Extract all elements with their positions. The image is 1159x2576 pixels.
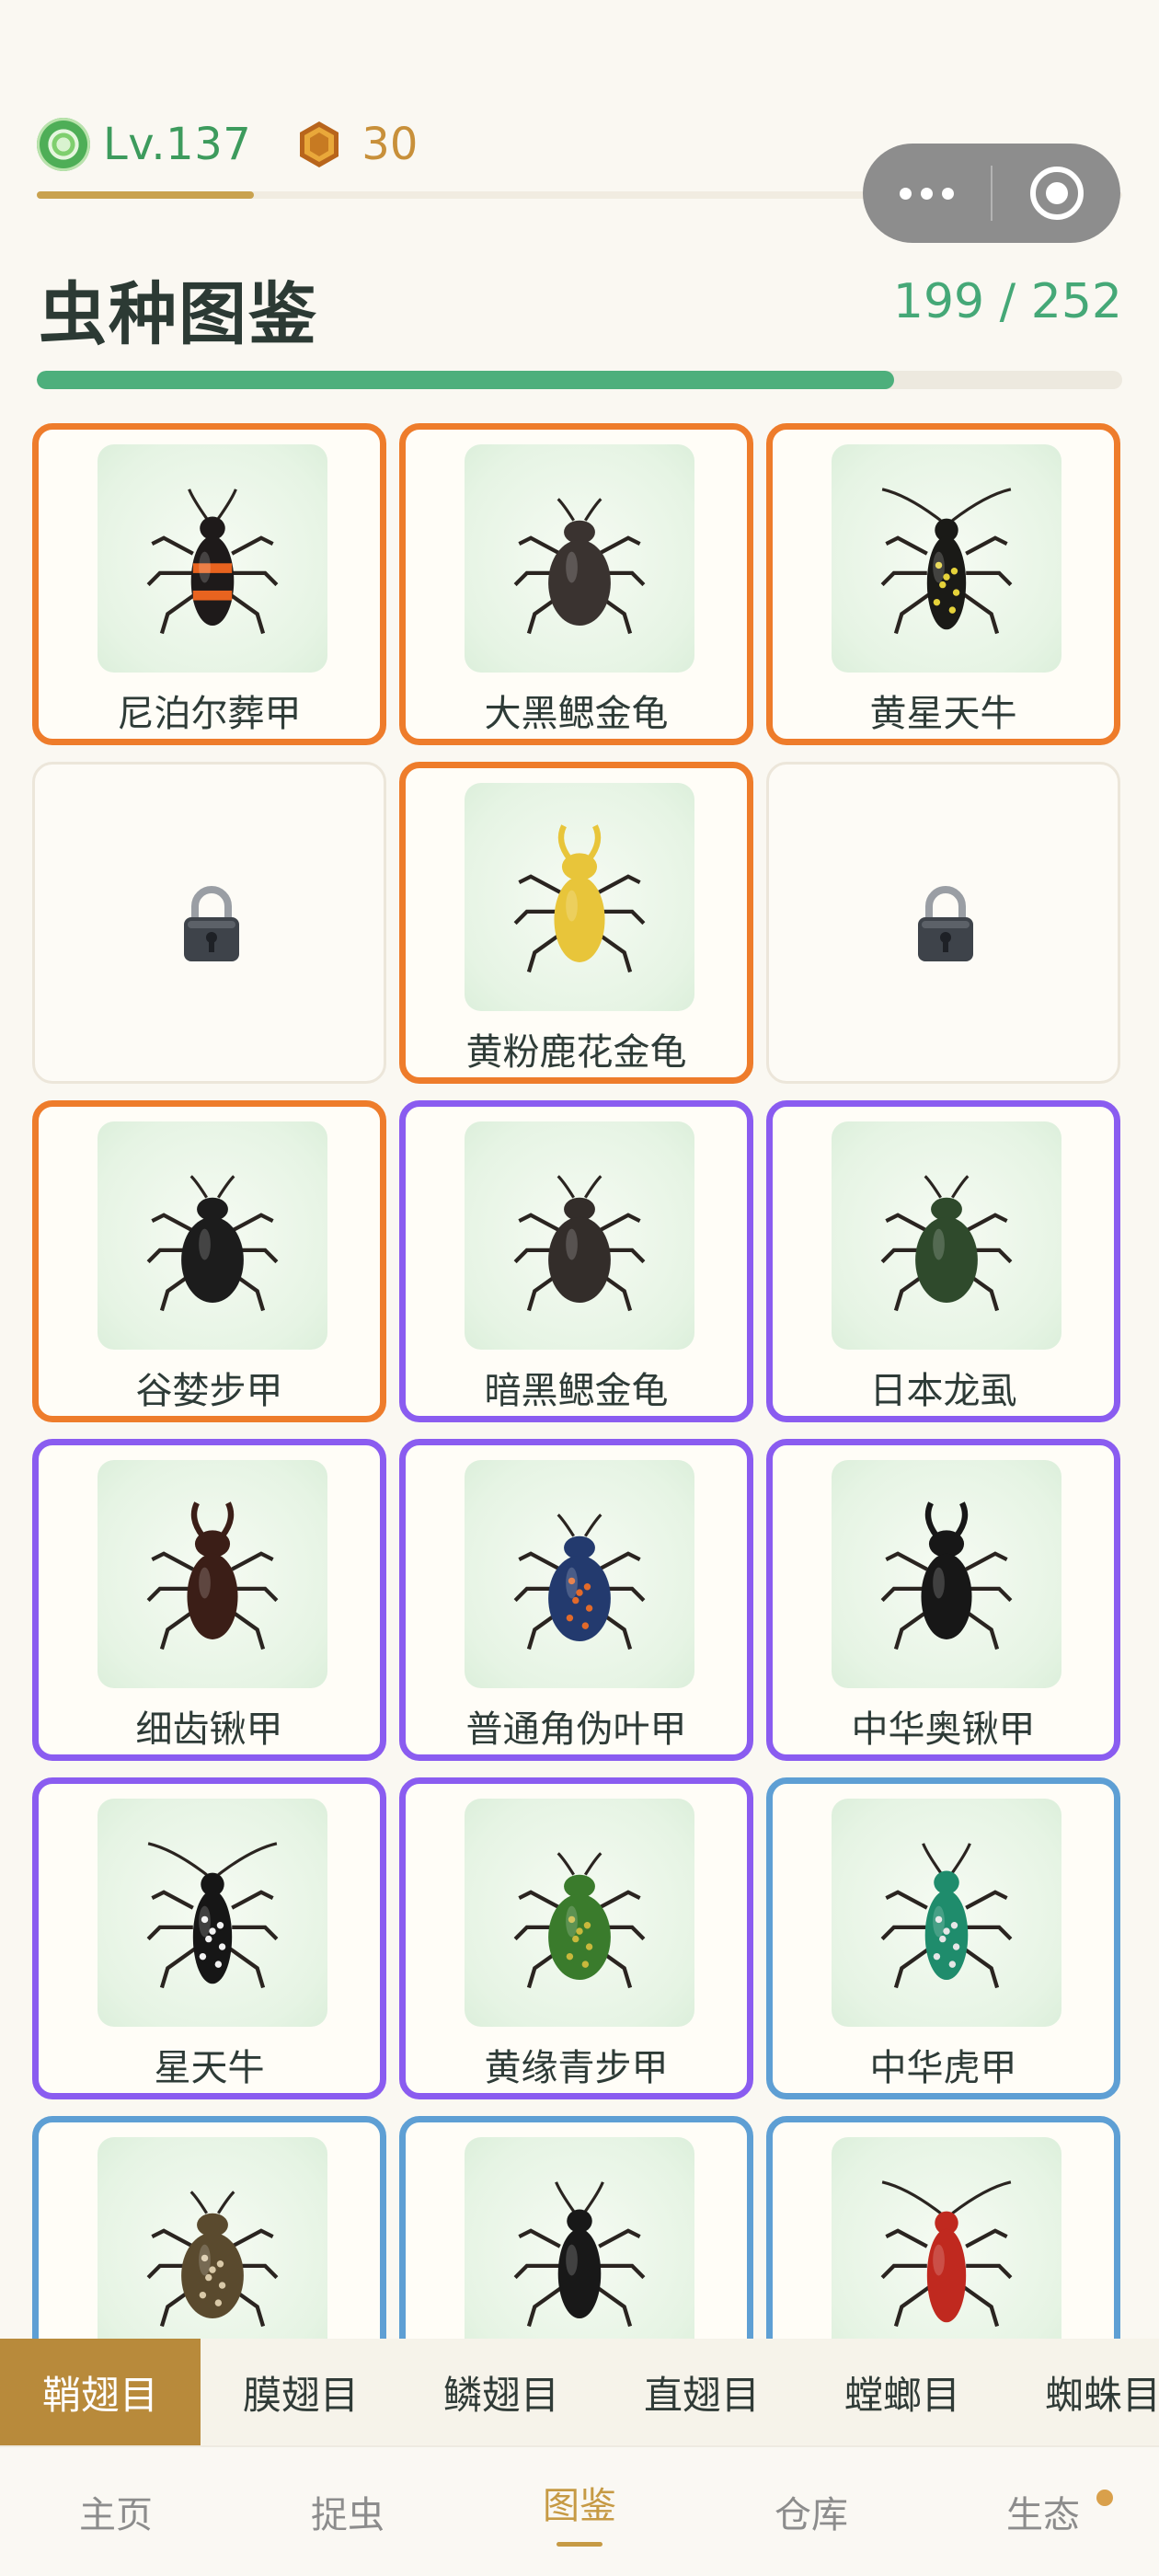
nav-item[interactable]: 仓库 [695, 2447, 927, 2576]
coin-icon [300, 121, 339, 167]
species-card[interactable]: 尼泊尔葬甲 [32, 423, 386, 745]
category-tabs: 鞘翅目 膜翅目 鳞翅目 直翅目 螳螂目 蜘蛛目 [0, 2339, 1159, 2445]
xp-bar-fill [37, 191, 254, 199]
collection-count: 199 / 252 [893, 274, 1122, 329]
category-tab[interactable]: 螳螂目 [802, 2339, 1003, 2445]
species-card[interactable] [32, 2116, 386, 2339]
stag-beetle-icon [832, 1460, 1061, 1688]
chafer-icon [465, 444, 694, 673]
species-name: 日本龙虱 [869, 1370, 1017, 1412]
species-name: 中华奥锹甲 [851, 1708, 1036, 1751]
status-row: Lv.137 30 [37, 112, 418, 177]
species-card-locked[interactable] [32, 762, 386, 1084]
species-card[interactable]: 黄粉鹿花金龟 [399, 762, 753, 1084]
species-grid-viewport[interactable]: 尼泊尔葬甲 大黑鳃金龟 黄星天牛 黄粉鹿花金龟 谷婪步甲 暗黑鳃金龟 日本龙虱 … [0, 419, 1159, 2339]
more-options-button[interactable] [863, 144, 991, 243]
species-name: 大黑鳃金龟 [484, 693, 669, 735]
more-dot-icon [900, 187, 912, 200]
diving-beetle-icon [832, 1121, 1061, 1350]
collection-progress-fill [37, 371, 895, 389]
level-orb-icon [37, 118, 90, 171]
category-tab[interactable]: 蜘蛛目 [1003, 2339, 1159, 2445]
miniprogram-capsule [863, 144, 1120, 243]
species-name: 暗黑鳃金龟 [484, 1370, 669, 1412]
longhorn-icon [832, 444, 1061, 673]
nav-item[interactable]: 图鉴 [464, 2447, 695, 2576]
ground-beetle-icon [98, 1121, 327, 1350]
category-tab[interactable]: 膜翅目 [201, 2339, 401, 2445]
nav-item[interactable]: 主页 [0, 2447, 232, 2576]
species-card[interactable]: 普通角伪叶甲 [399, 1439, 753, 1761]
coin-count: 30 [361, 119, 419, 170]
total-count: 252 [1030, 274, 1122, 329]
species-card[interactable]: 中华奥锹甲 [766, 1439, 1120, 1761]
collected-count: 199 [892, 274, 985, 329]
stag-chafer-icon [465, 783, 694, 1011]
species-card[interactable]: 大黑鳃金龟 [399, 423, 753, 745]
nav-item-label: 仓库 [775, 2494, 848, 2536]
close-miniprogram-button[interactable] [993, 144, 1120, 243]
species-name: 细齿锹甲 [135, 1708, 283, 1751]
species-card[interactable]: 谷婪步甲 [32, 1100, 386, 1422]
species-name: 谷婪步甲 [135, 1370, 283, 1412]
longhorn-icon [832, 2137, 1061, 2339]
lock-icon [912, 884, 979, 965]
nav-item-label: 捉虫 [311, 2494, 384, 2536]
target-icon [1029, 167, 1084, 220]
species-card[interactable]: 中华虎甲 [766, 1777, 1120, 2099]
tiger-beetle-icon [832, 1799, 1061, 2027]
notification-dot [1096, 2490, 1113, 2506]
collection-progress-bar [37, 371, 1122, 389]
chafer-icon [465, 1121, 694, 1350]
bottom-nav: 主页 捉虫 图鉴 仓库 生态 [0, 2445, 1159, 2576]
page-title: 虫种图鉴 [39, 275, 318, 354]
longhorn-icon [98, 1799, 327, 2027]
species-card[interactable]: 黄星天牛 [766, 423, 1120, 745]
category-tab[interactable]: 鳞翅目 [401, 2339, 602, 2445]
species-name: 黄粉鹿花金龟 [465, 1031, 687, 1074]
species-name: 黄缘青步甲 [484, 2047, 669, 2089]
nav-item-label: 图鉴 [543, 2485, 616, 2527]
more-dot-icon [921, 187, 933, 200]
flower-chafer-icon [98, 2137, 327, 2339]
species-card[interactable]: 暗黑鳃金龟 [399, 1100, 753, 1422]
species-card[interactable] [399, 2116, 753, 2339]
burying-beetle-icon [98, 444, 327, 673]
species-name: 黄星天牛 [869, 693, 1017, 735]
species-card[interactable] [766, 2116, 1120, 2339]
species-card[interactable]: 日本龙虱 [766, 1100, 1120, 1422]
lock-icon [178, 884, 245, 965]
species-card[interactable]: 细齿锹甲 [32, 1439, 386, 1761]
leaf-beetle-icon [465, 1460, 694, 1688]
species-card[interactable]: 黄缘青步甲 [399, 1777, 753, 2099]
nav-item[interactable]: 生态 [927, 2447, 1159, 2576]
ground-beetle-icon [465, 2137, 694, 2339]
species-card-locked[interactable] [766, 762, 1120, 1084]
species-name: 星天牛 [154, 2047, 265, 2089]
more-dot-icon [942, 187, 954, 200]
category-tab[interactable]: 鞘翅目 [0, 2339, 201, 2445]
species-name: 中华虎甲 [869, 2047, 1017, 2089]
count-separator: / [984, 274, 1031, 329]
nav-item[interactable]: 捉虫 [232, 2447, 464, 2576]
species-name: 普通角伪叶甲 [465, 1708, 687, 1751]
nav-item-label: 主页 [79, 2494, 153, 2536]
species-card[interactable]: 星天牛 [32, 1777, 386, 2099]
ground-beetle-icon [465, 1799, 694, 2027]
nav-item-label: 生态 [1006, 2494, 1080, 2536]
category-tab[interactable]: 直翅目 [602, 2339, 802, 2445]
species-name: 尼泊尔葬甲 [117, 693, 302, 735]
stag-beetle-icon [98, 1460, 327, 1688]
level-label: Lv.137 [103, 119, 252, 170]
species-grid: 尼泊尔葬甲 大黑鳃金龟 黄星天牛 黄粉鹿花金龟 谷婪步甲 暗黑鳃金龟 日本龙虱 … [32, 423, 1127, 2339]
